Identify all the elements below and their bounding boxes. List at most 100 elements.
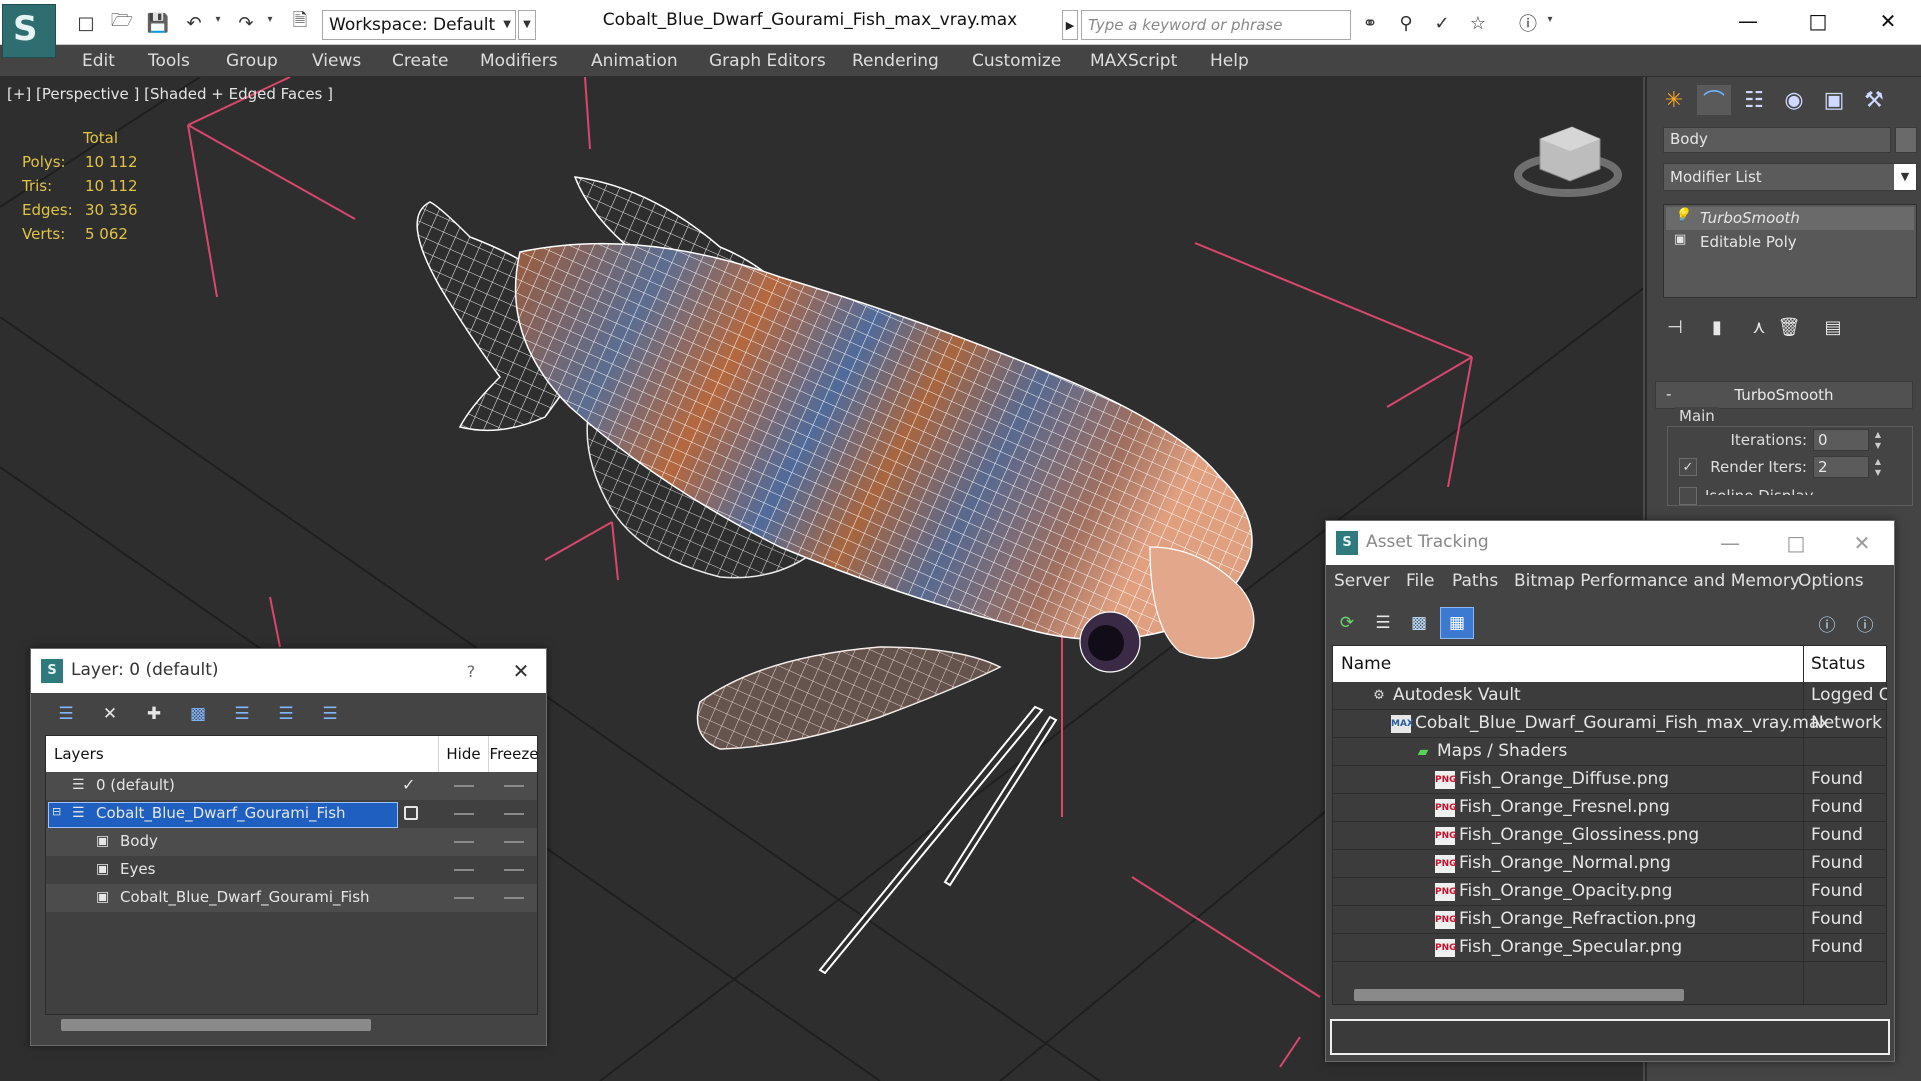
lightbulb-icon[interactable]: 💡 [1674, 208, 1690, 223]
close-button[interactable]: ✕ [499, 655, 543, 687]
freeze-all-layers-icon[interactable]: ☰ [315, 699, 345, 729]
hierarchy-tab-icon[interactable]: ☷ [1737, 85, 1771, 115]
menu-graph-editors[interactable]: Graph Editors [709, 51, 826, 71]
favorites-star-icon[interactable]: ☆ [1464, 10, 1492, 36]
help-icon[interactable]: ⓘ [1810, 607, 1844, 639]
menu-group[interactable]: Group [226, 51, 278, 71]
hide-toggle[interactable] [454, 841, 474, 843]
highlight-layer-icon[interactable]: ☰ [227, 699, 257, 729]
asset-row-diffuse[interactable]: PNG Fish_Orange_Diffuse.png Found [1333, 766, 1886, 794]
search-expand-button[interactable]: ▶ [1062, 10, 1078, 40]
configure-modifier-sets-icon[interactable]: ▤ [1819, 313, 1847, 341]
maximize-button[interactable]: □ [1790, 4, 1846, 38]
menu-help[interactable]: Help [1210, 51, 1249, 71]
stack-item-editable-poly[interactable]: ▣ Editable Poly [1666, 231, 1914, 254]
stack-item-turbosmooth[interactable]: 💡 TurboSmooth [1666, 207, 1914, 230]
new-file-icon[interactable]: □ [72, 10, 100, 36]
turbosmooth-rollout-header[interactable]: - TurboSmooth [1655, 381, 1913, 409]
menu-tools[interactable]: Tools [148, 51, 190, 71]
add-to-layer-icon[interactable]: ✚ [139, 699, 169, 729]
layer-row-default[interactable]: ☰ 0 (default) ✓ [46, 772, 537, 800]
redo-icon[interactable]: ↷ [232, 10, 260, 36]
isoline-display-checkbox[interactable] [1679, 487, 1697, 505]
iterations-spinner-arrows-icon[interactable]: ▲ ▼ [1871, 429, 1885, 451]
thumbnail-view-icon[interactable]: ▩ [1402, 607, 1436, 639]
freeze-toggle[interactable] [504, 841, 524, 843]
object-name-field[interactable]: Body [1663, 127, 1891, 153]
menu-views[interactable]: Views [312, 51, 361, 71]
set-active-layer-icon[interactable] [404, 806, 418, 820]
pin-stack-icon[interactable]: ⊣ [1661, 313, 1689, 341]
asset-path-field[interactable] [1330, 1019, 1890, 1055]
make-unique-icon[interactable]: ⋏ [1745, 313, 1773, 341]
asset-row-refraction[interactable]: PNG Fish_Orange_Refraction.png Found [1333, 906, 1886, 934]
view-cube[interactable] [1514, 126, 1622, 197]
search-input[interactable] [1081, 10, 1351, 40]
layer-window-titlebar[interactable]: S Layer: 0 (default) ? ✕ [31, 649, 546, 693]
delete-layer-icon[interactable]: ✕ [95, 699, 125, 729]
asset-window-titlebar[interactable]: S Asset Tracking — □ ✕ [1326, 521, 1894, 565]
help-icon[interactable]: ⓘ [1514, 10, 1542, 36]
column-name[interactable]: Name [1341, 654, 1391, 674]
freeze-toggle[interactable] [504, 785, 524, 787]
menu-file[interactable]: File [1406, 571, 1434, 591]
remove-modifier-icon[interactable]: 🗑 [1775, 313, 1803, 341]
column-status[interactable]: Status [1811, 654, 1865, 674]
column-freeze[interactable]: Freeze [489, 736, 539, 772]
horizontal-scrollbar[interactable] [61, 1019, 371, 1031]
asset-row-fresnel[interactable]: PNG Fish_Orange_Fresnel.png Found [1333, 794, 1886, 822]
menu-bitmap-performance[interactable]: Bitmap Performance and Memory [1514, 571, 1800, 591]
workspace-select[interactable]: Workspace: Default ▼ [322, 10, 516, 40]
hide-toggle[interactable] [454, 785, 474, 787]
new-layer-icon[interactable]: ☰ [51, 699, 81, 729]
close-button[interactable]: ✕ [1840, 527, 1884, 559]
expand-plus-icon[interactable]: ▣ [1674, 232, 1686, 247]
display-tab-icon[interactable]: ▣ [1817, 85, 1851, 115]
asset-row-normal[interactable]: PNG Fish_Orange_Normal.png Found [1333, 850, 1886, 878]
select-objects-icon[interactable]: ▩ [183, 699, 213, 729]
freeze-toggle[interactable] [504, 869, 524, 871]
about-icon[interactable]: ⓘ [1848, 607, 1882, 639]
hide-toggle[interactable] [454, 869, 474, 871]
project-folder-icon[interactable]: 🗎 [286, 10, 314, 36]
asset-row-specular[interactable]: PNG Fish_Orange_Specular.png Found [1333, 934, 1886, 962]
object-color-swatch[interactable] [1895, 127, 1917, 153]
maximize-button[interactable]: □ [1774, 527, 1818, 559]
layer-row-fish-object[interactable]: ▣ Cobalt_Blue_Dwarf_Gourami_Fish [46, 884, 537, 912]
refresh-icon[interactable]: ⟳ [1330, 607, 1364, 639]
asset-row-maps[interactable]: ▰ Maps / Shaders [1333, 738, 1886, 766]
open-file-icon[interactable]: 🗁 [108, 10, 136, 36]
key-icon[interactable]: ⚲ [1392, 10, 1420, 36]
app-logo[interactable]: S [2, 4, 56, 58]
motion-tab-icon[interactable]: ◉ [1777, 85, 1811, 115]
menu-create[interactable]: Create [392, 51, 449, 71]
layer-row-fish[interactable]: ⊟ ☰ Cobalt_Blue_Dwarf_Gourami_Fish [46, 800, 537, 828]
sign-in-icon[interactable]: ✓ [1428, 10, 1456, 36]
menu-modifiers[interactable]: Modifiers [480, 51, 558, 71]
undo-icon[interactable]: ↶ [180, 10, 208, 36]
create-tab-icon[interactable]: ✳ [1657, 85, 1691, 115]
binoculars-icon[interactable]: ⚭ [1356, 10, 1384, 36]
workspace-menu-button[interactable]: ▼ [518, 10, 536, 40]
undo-dropdown-icon[interactable]: ▾ [212, 14, 224, 32]
layer-row-eyes[interactable]: ▣ Eyes [46, 856, 537, 884]
menu-maxscript[interactable]: MAXScript [1090, 51, 1177, 71]
table-view-icon[interactable]: ▦ [1440, 607, 1474, 639]
collapse-icon[interactable]: ⊟ [52, 805, 61, 818]
minimize-button[interactable]: — [1708, 527, 1752, 559]
asset-row-glossiness[interactable]: PNG Fish_Orange_Glossiness.png Found [1333, 822, 1886, 850]
render-iters-spinner[interactable]: 2 [1813, 456, 1869, 478]
column-layers[interactable]: Layers [46, 736, 439, 772]
minimize-button[interactable]: — [1720, 4, 1776, 38]
asset-row-opacity[interactable]: PNG Fish_Orange_Opacity.png Found [1333, 878, 1886, 906]
menu-customize[interactable]: Customize [972, 51, 1061, 71]
freeze-toggle[interactable] [504, 897, 524, 899]
list-view-icon[interactable]: ☰ [1366, 607, 1400, 639]
menu-rendering[interactable]: Rendering [852, 51, 939, 71]
asset-row-max-file[interactable]: MAX Cobalt_Blue_Dwarf_Gourami_Fish_max_v… [1333, 710, 1887, 738]
hide-all-layers-icon[interactable]: ☰ [271, 699, 301, 729]
column-hide[interactable]: Hide [439, 736, 489, 772]
modify-tab-icon[interactable]: ⌒ [1697, 85, 1731, 115]
modifier-list-dropdown[interactable]: Modifier List ▼ [1663, 163, 1917, 191]
freeze-toggle[interactable] [504, 813, 524, 815]
